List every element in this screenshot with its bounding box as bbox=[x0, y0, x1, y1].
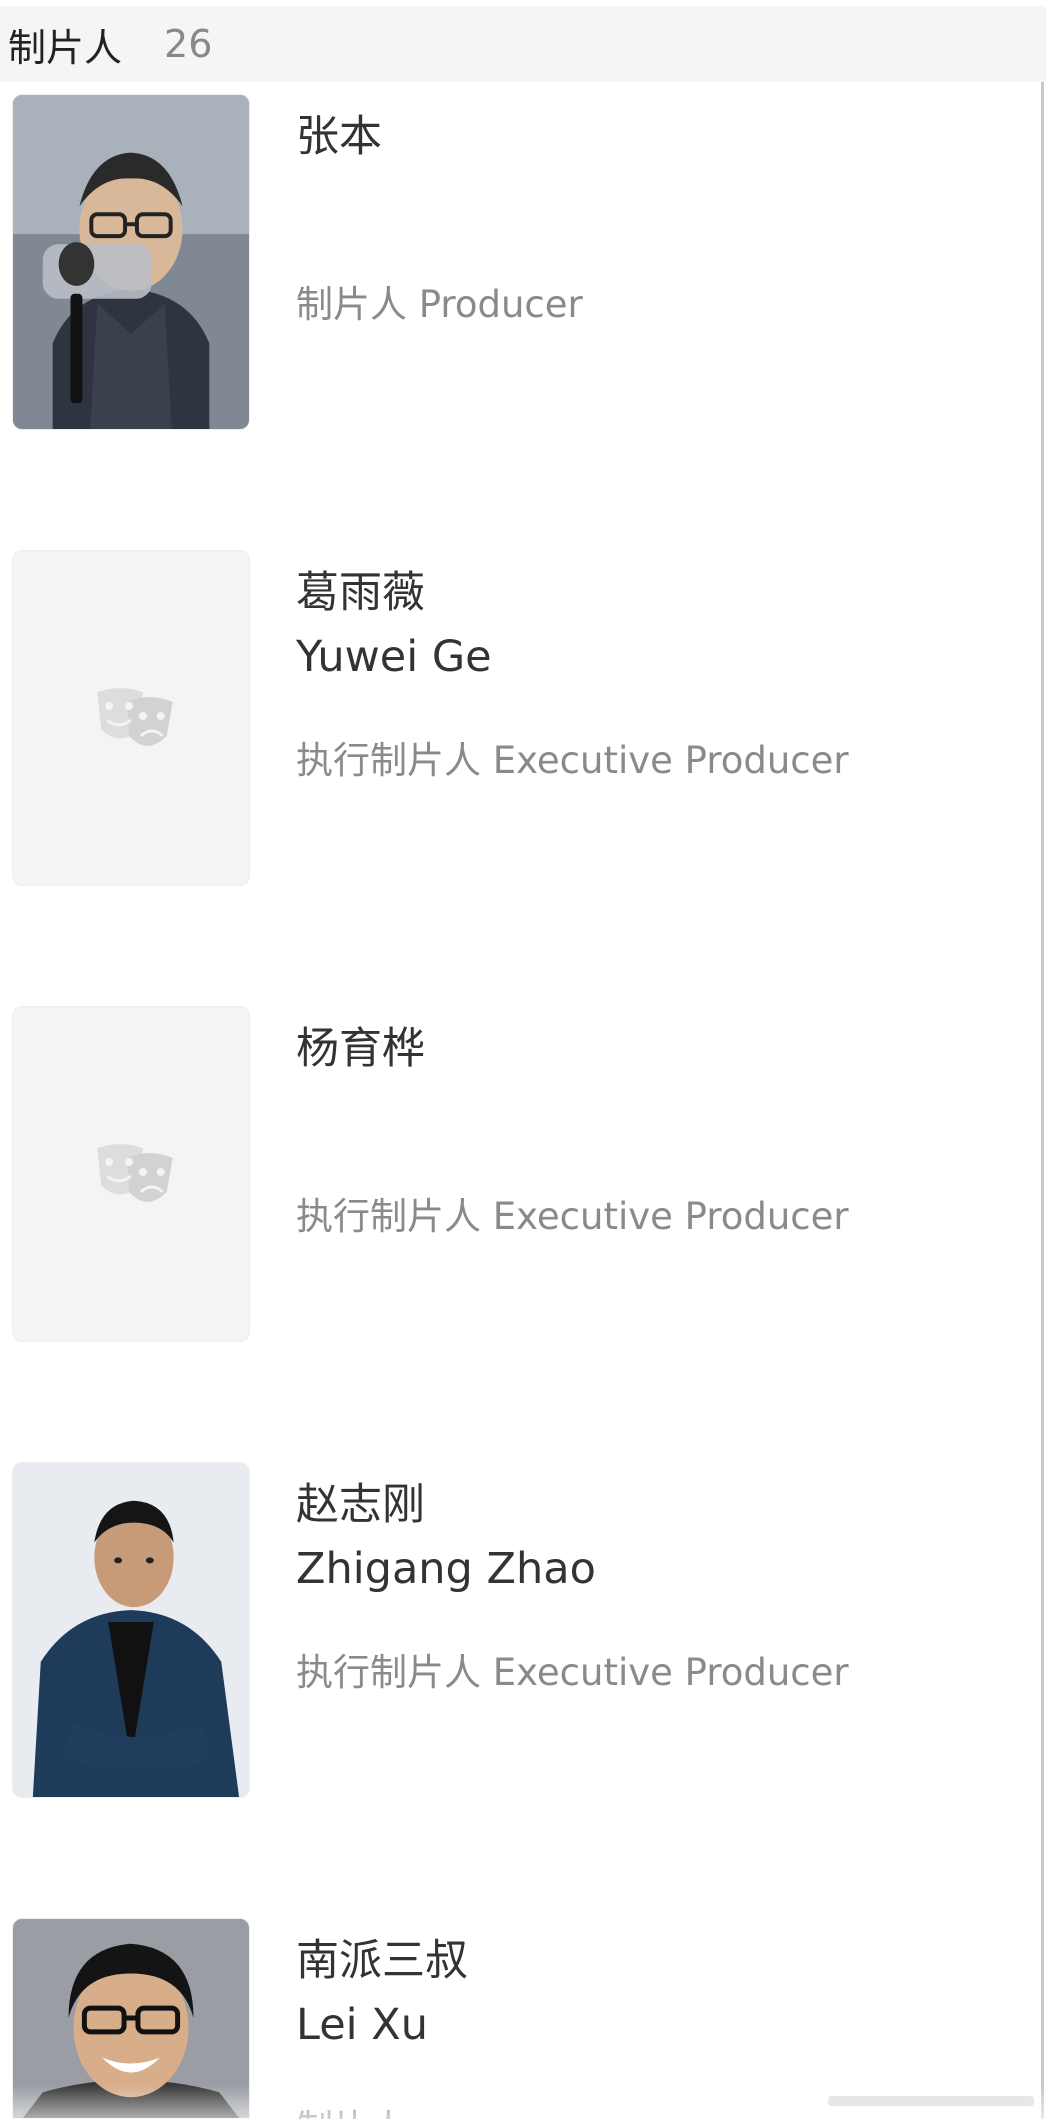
person-name-cn[interactable]: 张本 bbox=[296, 102, 382, 164]
watermark bbox=[828, 2096, 1034, 2106]
section-header: 制片人 26 bbox=[0, 6, 1046, 82]
portrait-photo[interactable] bbox=[12, 1462, 250, 1798]
person-name-en[interactable]: Lei Xu bbox=[296, 2000, 428, 2050]
person-name-cn[interactable]: 赵志刚 bbox=[296, 1470, 425, 1532]
person-name-en[interactable]: Zhigang Zhao bbox=[296, 1544, 596, 1594]
person-name-cn[interactable]: 葛雨薇 bbox=[296, 558, 425, 620]
producer-list-page: 制片人 26 张本 制片人 Producer 葛雨薇 Yuwei Ge 执行制片… bbox=[0, 0, 1046, 2119]
placeholder-photo[interactable] bbox=[12, 550, 250, 886]
person-role: 执行制片人 Executive Producer bbox=[296, 739, 849, 782]
placeholder-photo[interactable] bbox=[12, 1006, 250, 1342]
list-item[interactable]: 葛雨薇 Yuwei Ge 执行制片人 Executive Producer bbox=[0, 550, 1040, 890]
person-name-en[interactable]: Yuwei Ge bbox=[296, 632, 492, 682]
list-item[interactable]: 张本 制片人 Producer bbox=[0, 94, 1040, 434]
section-count: 26 bbox=[164, 22, 213, 66]
person-role: 执行制片人 Executive Producer bbox=[296, 1651, 849, 1694]
scrollbar-track[interactable] bbox=[1041, 82, 1044, 2119]
person-role: 制片人 Producer bbox=[296, 283, 583, 326]
theater-masks-icon bbox=[13, 551, 249, 885]
person-role: 执行制片人 Executive Producer bbox=[296, 1195, 849, 1238]
theater-masks-icon bbox=[13, 1007, 249, 1341]
person-name-cn[interactable]: 南派三叔 bbox=[296, 1926, 468, 1988]
section-title: 制片人 bbox=[8, 25, 123, 70]
list-item[interactable]: 杨育桦 执行制片人 Executive Producer bbox=[0, 1006, 1040, 1346]
list-item[interactable]: 赵志刚 Zhigang Zhao 执行制片人 Executive Produce… bbox=[0, 1462, 1040, 1802]
person-name-cn[interactable]: 杨育桦 bbox=[296, 1014, 425, 1076]
headshot-photo[interactable] bbox=[12, 94, 250, 430]
